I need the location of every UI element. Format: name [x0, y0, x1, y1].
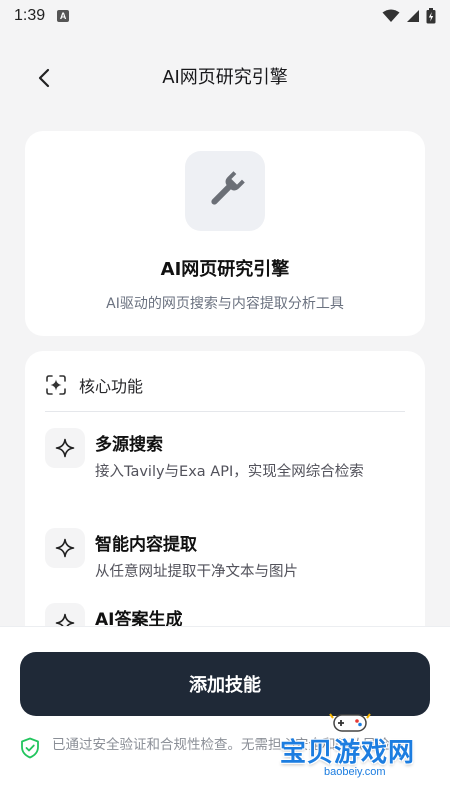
feature-description: 从任意网址提取干净文本与图片: [95, 564, 298, 580]
back-button[interactable]: [30, 64, 58, 92]
sparkle-icon: [55, 538, 75, 558]
divider: [45, 411, 405, 412]
status-indicators: [382, 8, 436, 24]
feature-description: 接入Tavily与Exa API，实现全网综合检索: [95, 464, 364, 480]
security-note: 已通过安全验证和合规性检查。无需担心安全和隐私风险。: [20, 733, 430, 759]
scan-sparkle-icon: [46, 375, 66, 395]
skill-subtitle: AI驱动的网页搜索与内容提取分析工具: [106, 296, 344, 312]
page-title: AI网页研究引擎: [162, 67, 288, 88]
top-bar: AI网页研究引擎: [0, 52, 450, 100]
skill-title: AI网页研究引擎: [160, 259, 290, 280]
features-header: 核心功能: [45, 373, 143, 397]
feature-title: 智能内容提取: [95, 535, 197, 555]
status-bar: 1:39 A: [0, 0, 450, 32]
wrench-icon: [211, 171, 245, 205]
sparkle-icon: [55, 438, 75, 458]
feature-icon-box: [45, 528, 85, 568]
feature-icon-box: [45, 428, 85, 468]
wifi-icon: [382, 9, 400, 22]
security-note-text: 已通过安全验证和合规性检查。无需担心安全和隐私风险。: [52, 737, 403, 753]
features-title: 核心功能: [79, 377, 144, 396]
notification-icon: A: [57, 10, 70, 22]
signal-icon: [407, 10, 419, 22]
skill-hero-card: AI网页研究引擎 AI驱动的网页搜索与内容提取分析工具: [25, 131, 425, 336]
battery-icon: [426, 8, 436, 24]
shield-check-icon: [21, 737, 39, 759]
bottom-action-panel: 添加技能 已通过安全验证和合规性检查。无需担心安全和隐私风险。: [0, 626, 450, 800]
skill-icon-box: [185, 151, 265, 231]
chevron-left-icon: [38, 68, 50, 88]
feature-title: 多源搜索: [95, 435, 163, 455]
status-time: 1:39: [14, 7, 46, 24]
features-card: 核心功能 多源搜索 接入Tavily与Exa API，实现全网综合检索 智能内容…: [25, 351, 425, 651]
add-skill-button[interactable]: 添加技能: [20, 652, 430, 716]
